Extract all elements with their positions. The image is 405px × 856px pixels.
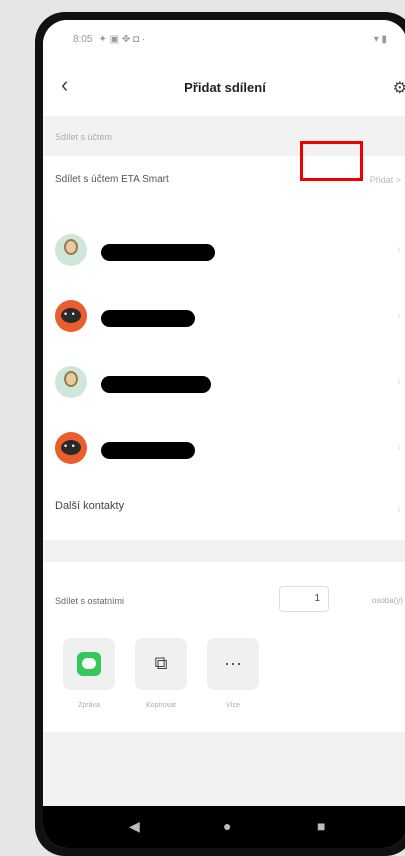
redacted-name bbox=[101, 310, 195, 327]
gear-icon[interactable]: ⚙ bbox=[393, 78, 405, 98]
nav-recents-icon[interactable]: ■ bbox=[317, 818, 325, 834]
chevron-right-icon: › bbox=[397, 308, 401, 322]
status-right-icons: ▾ ▮ bbox=[373, 34, 387, 45]
status-left: 8:05 ✦ ▣ ✥ ◘ · bbox=[73, 34, 145, 45]
android-nav-bar: ◀ ● ■ bbox=[43, 806, 405, 848]
more-icon: ··· bbox=[224, 653, 242, 673]
avatar bbox=[55, 234, 87, 266]
avatar bbox=[55, 366, 87, 398]
redacted-name bbox=[101, 442, 195, 459]
contact-row[interactable]: › bbox=[43, 352, 405, 414]
chevron-right-icon: › bbox=[397, 440, 401, 454]
avatar bbox=[55, 300, 87, 332]
copy-icon: ⧉ bbox=[154, 653, 168, 673]
share-copy-label: Kopírovat bbox=[146, 702, 176, 709]
chevron-right-icon: › bbox=[397, 502, 401, 516]
share-more-button[interactable]: ··· bbox=[207, 638, 259, 690]
contact-row[interactable]: › bbox=[43, 220, 405, 282]
status-icons: ✦ ▣ ✥ ◘ · bbox=[98, 34, 146, 45]
contact-row[interactable]: › bbox=[43, 286, 405, 348]
nav-back-icon[interactable]: ◀ bbox=[129, 818, 140, 835]
redacted-name bbox=[101, 376, 211, 393]
count-value: 1 bbox=[314, 593, 320, 604]
share-message-label: Zpráva bbox=[78, 702, 100, 709]
add-button[interactable]: Přidat > bbox=[370, 175, 401, 185]
share-more-label: Více bbox=[225, 702, 240, 709]
count-input[interactable]: 1 bbox=[279, 586, 329, 612]
avatar bbox=[55, 432, 87, 464]
more-contacts-label: Další kontakty bbox=[55, 500, 125, 512]
section-caption-account: Sdílet s účtem bbox=[55, 132, 113, 142]
chevron-right-icon: › bbox=[397, 242, 401, 256]
status-time: 8:05 bbox=[73, 34, 93, 45]
share-with-account-label: Sdílet s účtem ETA Smart bbox=[55, 174, 169, 185]
redacted-name bbox=[101, 244, 215, 261]
message-icon bbox=[77, 652, 101, 676]
highlight-box bbox=[300, 141, 363, 181]
phone-frame: 8:05 ✦ ▣ ✥ ◘ · ▾ ▮ ‹ Přidat sdílení ⚙ Sd… bbox=[35, 12, 405, 856]
page-title: Přidat sdílení bbox=[184, 80, 266, 95]
more-contacts-row[interactable]: Další kontakty › bbox=[43, 480, 405, 536]
header-bar: ‹ Přidat sdílení ⚙ bbox=[43, 60, 405, 116]
share-message-button[interactable] bbox=[63, 638, 115, 690]
share-others-label: Sdílet s ostatními bbox=[55, 596, 125, 606]
account-share-card: Sdílet s účtem ETA Smart Přidat > › › › bbox=[43, 156, 405, 540]
share-others-card: Sdílet s ostatními 1 osoba(y) Zpráva ⧉ K… bbox=[43, 562, 405, 732]
share-copy-button[interactable]: ⧉ bbox=[135, 638, 187, 690]
chevron-right-icon: › bbox=[397, 374, 401, 388]
status-bar: 8:05 ✦ ▣ ✥ ◘ · ▾ ▮ bbox=[43, 20, 405, 60]
count-unit: osoba(y) bbox=[371, 596, 403, 605]
nav-home-icon[interactable]: ● bbox=[223, 818, 231, 834]
contact-row[interactable]: › bbox=[43, 418, 405, 480]
